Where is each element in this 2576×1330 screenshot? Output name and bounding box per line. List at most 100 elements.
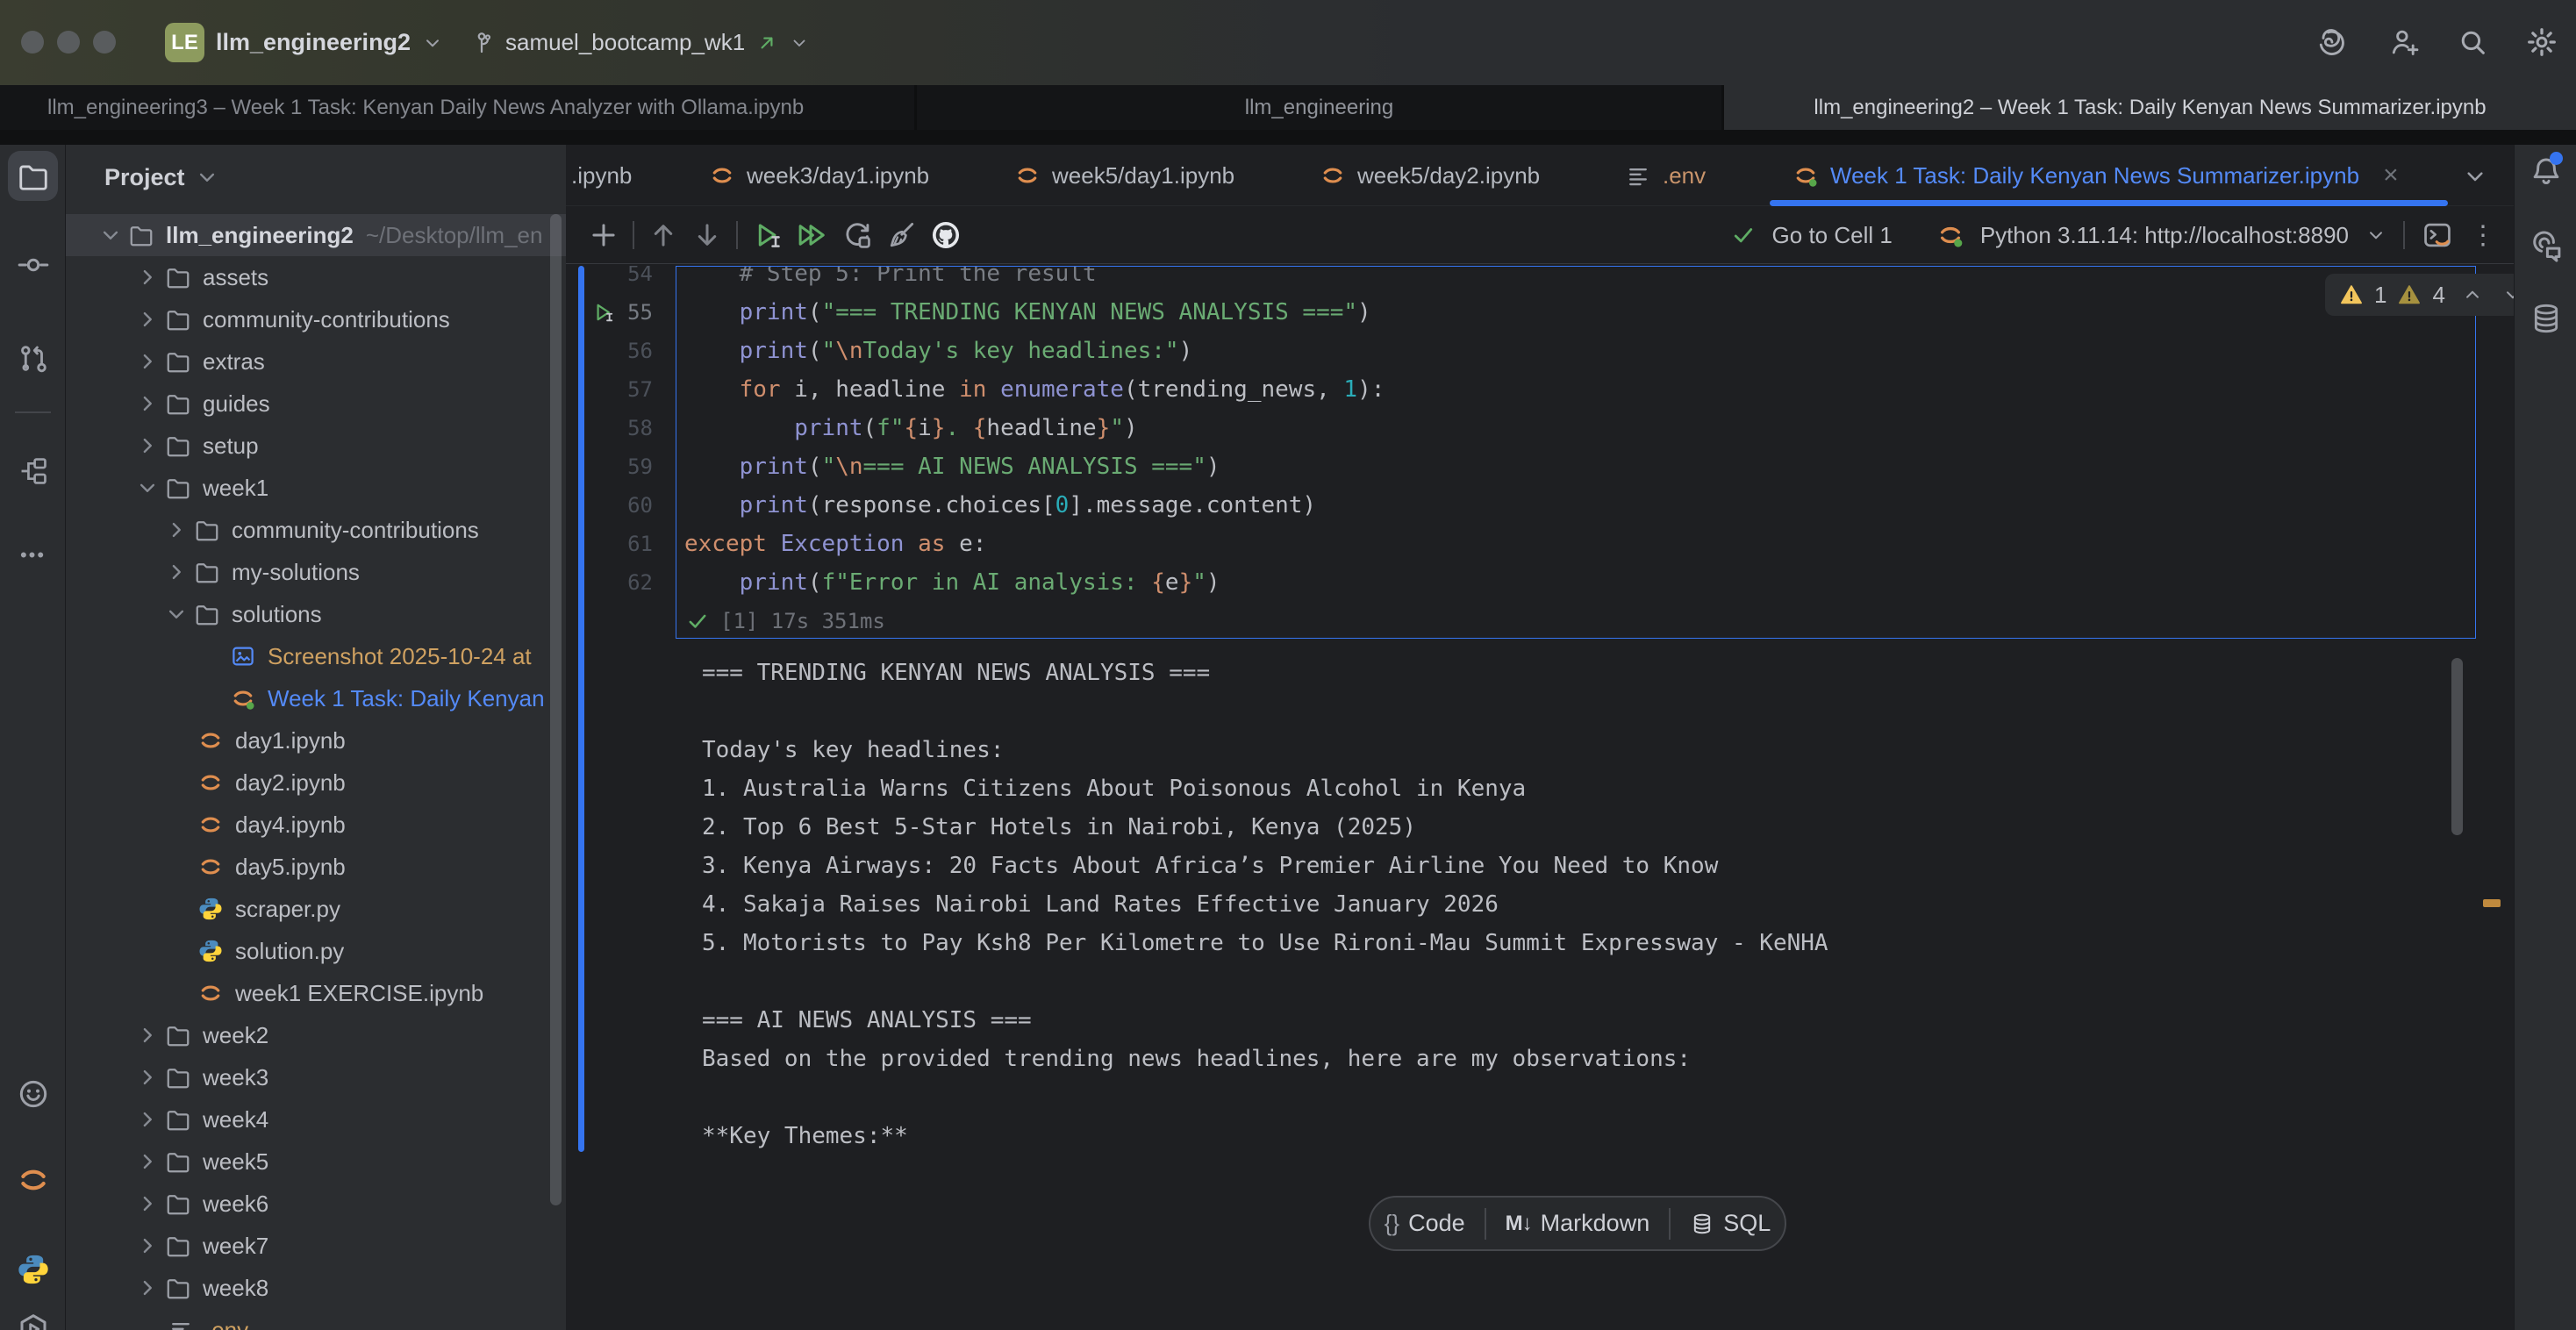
output-line: 1. Australia Warns Citizens About Poison… bbox=[702, 769, 1828, 808]
kebab-menu-icon[interactable]: ⋮ bbox=[2470, 220, 2496, 251]
tree-row[interactable]: week2 bbox=[66, 1014, 566, 1056]
line-number: 58 bbox=[584, 409, 676, 447]
tree-row[interactable]: guides bbox=[66, 383, 566, 425]
python-packages-tool-button[interactable] bbox=[0, 1252, 66, 1287]
move-cell-up-icon[interactable] bbox=[647, 218, 680, 252]
tree-row[interactable]: setup bbox=[66, 425, 566, 467]
notification-badge bbox=[2550, 152, 2563, 165]
ai-assistant-button[interactable] bbox=[2515, 228, 2576, 265]
add-user-icon[interactable] bbox=[2388, 25, 2422, 59]
structure-tool-button[interactable] bbox=[0, 454, 66, 488]
tree-row[interactable]: week1 bbox=[66, 467, 566, 509]
project-widget[interactable]: llm_engineering2 bbox=[216, 0, 444, 85]
tree-row[interactable]: day1.ipynb bbox=[66, 719, 566, 762]
window-tab-1[interactable]: llm_engineering3 – Week 1 Task: Kenyan D… bbox=[0, 85, 914, 130]
tree-row[interactable]: day5.ipynb bbox=[66, 846, 566, 888]
error-stripe-mark[interactable] bbox=[2483, 899, 2501, 907]
tree-row[interactable]: Week 1 Task: Daily Kenyan bbox=[66, 677, 566, 719]
python-file-icon bbox=[197, 938, 224, 964]
huggingface-tool-button[interactable] bbox=[0, 1076, 66, 1112]
tree-row[interactable]: day4.ipynb bbox=[66, 804, 566, 846]
ai-swirl-icon[interactable] bbox=[2315, 25, 2348, 59]
add-cell-icon[interactable] bbox=[587, 218, 620, 252]
tree-label: .env bbox=[205, 1317, 248, 1330]
tree-row[interactable]: week4 bbox=[66, 1098, 566, 1141]
project-tool-button[interactable] bbox=[0, 160, 66, 193]
tree-row[interactable]: .env bbox=[66, 1309, 566, 1330]
database-tool-button[interactable] bbox=[2515, 301, 2576, 336]
tree-row[interactable]: assets bbox=[66, 256, 566, 298]
tree-row[interactable]: my-solutions bbox=[66, 551, 566, 593]
github-icon[interactable] bbox=[929, 218, 962, 252]
move-cell-down-icon[interactable] bbox=[691, 218, 724, 252]
output-scrollbar[interactable] bbox=[2451, 658, 2463, 835]
editor-tab-label: .ipynb bbox=[571, 162, 632, 189]
editor-tab-partial[interactable]: .ipynb bbox=[571, 145, 632, 206]
folder-icon bbox=[165, 433, 191, 459]
window-minimize-button[interactable] bbox=[57, 31, 80, 54]
editor-tab-active[interactable]: Week 1 Task: Daily Kenyan News Summarize… bbox=[1792, 145, 2399, 206]
next-problem-icon[interactable] bbox=[2501, 283, 2514, 306]
add-markdown-cell-button[interactable]: M↓ Markdown bbox=[1506, 1210, 1650, 1237]
tree-row-root[interactable]: llm_engineering2 ~/Desktop/llm_en bbox=[66, 214, 566, 256]
settings-gear-icon[interactable] bbox=[2525, 25, 2558, 59]
editor-tab-env[interactable]: .env bbox=[1625, 145, 1706, 206]
editor-tab-week3-day1[interactable]: week3/day1.ipynb bbox=[709, 145, 929, 206]
goto-cell-button[interactable]: Go to Cell 1 bbox=[1772, 222, 1893, 249]
tree-row[interactable]: solution.py bbox=[66, 930, 566, 972]
image-file-icon bbox=[230, 643, 256, 669]
line-number: 57 bbox=[584, 370, 676, 409]
tree-label: my-solutions bbox=[232, 559, 360, 586]
tree-row[interactable]: extras bbox=[66, 340, 566, 383]
prev-problem-icon[interactable] bbox=[2461, 283, 2484, 306]
hidden-tabs-chevron-icon[interactable] bbox=[2461, 162, 2489, 190]
project-scrollbar[interactable] bbox=[550, 214, 562, 1205]
commit-tool-button[interactable] bbox=[0, 248, 66, 282]
branch-widget[interactable]: samuel_bootcamp_wk1 bbox=[469, 0, 810, 85]
chevron-down-icon[interactable] bbox=[2365, 224, 2387, 247]
tree-row[interactable]: day2.ipynb bbox=[66, 762, 566, 804]
inspection-widget[interactable]: 1 4 bbox=[2325, 274, 2514, 316]
tree-row[interactable]: week3 bbox=[66, 1056, 566, 1098]
editor-tab-week5-day1[interactable]: week5/day1.ipynb bbox=[1014, 145, 1234, 206]
window-tab-2[interactable]: llm_engineering bbox=[917, 85, 1721, 130]
push-arrow-icon bbox=[755, 32, 778, 54]
project-panel-header[interactable]: Project bbox=[104, 157, 225, 197]
folder-icon bbox=[128, 222, 154, 248]
tree-row[interactable]: week8 bbox=[66, 1267, 566, 1309]
run-all-cells-icon[interactable] bbox=[794, 218, 827, 252]
window-tab-3-active[interactable]: llm_engineering2 – Week 1 Task: Daily Ke… bbox=[1724, 85, 2576, 130]
tree-row[interactable]: community-contributions bbox=[66, 298, 566, 340]
window-zoom-button[interactable] bbox=[93, 31, 116, 54]
tree-row[interactable]: solutions bbox=[66, 593, 566, 635]
add-code-cell-button[interactable]: {} Code bbox=[1385, 1210, 1465, 1237]
kernel-selector[interactable]: Python 3.11.14: http://localhost:8890 bbox=[1980, 222, 2349, 249]
tree-row[interactable]: week7 bbox=[66, 1225, 566, 1267]
title-bar: LE llm_engineering2 samuel_bootcamp_wk1 bbox=[0, 0, 2576, 85]
jupyter-console-icon[interactable] bbox=[2421, 218, 2454, 252]
tree-row[interactable]: week5 bbox=[66, 1141, 566, 1183]
restart-kernel-icon[interactable] bbox=[841, 218, 874, 252]
tree-row[interactable]: community-contributions bbox=[66, 509, 566, 551]
tree-row[interactable]: scraper.py bbox=[66, 888, 566, 930]
markdown-icon: M↓ bbox=[1506, 1212, 1532, 1236]
clear-outputs-icon[interactable] bbox=[884, 218, 918, 252]
search-icon[interactable] bbox=[2456, 25, 2489, 59]
more-tools-button[interactable]: ••• bbox=[0, 544, 66, 567]
editor-tab-week5-day2[interactable]: week5/day2.ipynb bbox=[1320, 145, 1540, 206]
window-close-button[interactable] bbox=[21, 31, 44, 54]
services-tool-button[interactable] bbox=[0, 1312, 66, 1330]
add-sql-cell-button[interactable]: SQL bbox=[1690, 1210, 1771, 1237]
run-cell-icon[interactable] bbox=[751, 218, 784, 252]
tree-row[interactable]: Screenshot 2025-10-24 at bbox=[66, 635, 566, 677]
tree-label: week5 bbox=[203, 1148, 268, 1176]
window-tab-label: llm_engineering3 – Week 1 Task: Kenyan D… bbox=[47, 96, 804, 120]
notifications-button[interactable] bbox=[2515, 154, 2576, 189]
tree-row[interactable]: week6 bbox=[66, 1183, 566, 1225]
close-icon[interactable]: × bbox=[2383, 161, 2399, 190]
pull-requests-tool-button[interactable] bbox=[0, 342, 66, 375]
run-line-icon[interactable] bbox=[591, 300, 616, 325]
tree-row[interactable]: week1 EXERCISE.ipynb bbox=[66, 972, 566, 1014]
code-cell[interactable]: # Step 5: Print the result print("=== TR… bbox=[676, 266, 2476, 639]
jupyter-tool-button[interactable] bbox=[0, 1162, 66, 1198]
